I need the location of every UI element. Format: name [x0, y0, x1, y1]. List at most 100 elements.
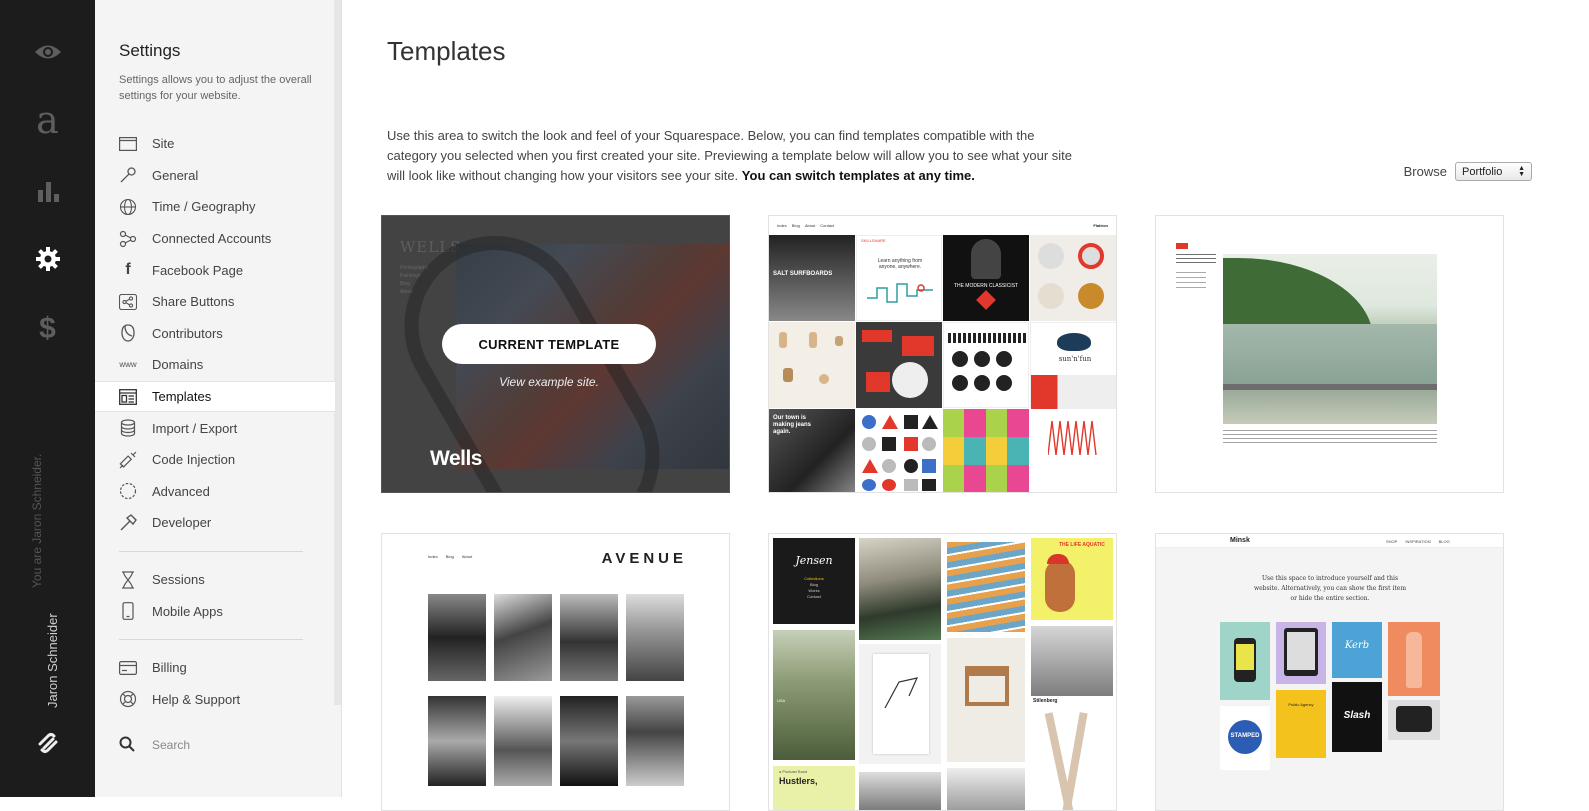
settings-item-label: Contributors: [152, 325, 223, 341]
avenue-logo: AVENUE: [601, 550, 687, 567]
avenue-photo: [494, 594, 552, 681]
search-input[interactable]: Search: [152, 738, 190, 752]
avenue-photo: [494, 696, 552, 786]
jensen-furniture: [947, 638, 1025, 762]
side-nav-lines: [1176, 254, 1216, 266]
settings-item-site[interactable]: Site: [95, 128, 335, 160]
view-example-link[interactable]: View example site.: [442, 375, 656, 389]
settings-item-mobile-apps[interactable]: Mobile Apps: [95, 595, 335, 627]
jensen-nav: Collections Blog Works Contact: [773, 576, 855, 600]
settings-item-connected-accounts[interactable]: Connected Accounts: [95, 223, 335, 255]
settings-item-help-support[interactable]: Help & Support: [95, 684, 335, 716]
minsk-nav: SHOP INSPIRATION BLOG: [1386, 539, 1450, 544]
minsk-tile-text: STAMPED: [1230, 733, 1260, 739]
template-card-landscape[interactable]: [1155, 215, 1504, 493]
connected-accounts-icon: [119, 230, 137, 248]
settings-item-code-injection[interactable]: Code Injection: [95, 444, 335, 476]
app-rail: a $ You are Jaron Schneider. Jaron Schne…: [0, 0, 95, 797]
flatiron-tile-text: sun'n'fun: [1058, 355, 1092, 363]
globe-icon: [119, 198, 137, 216]
settings-item-facebook-page[interactable]: f Facebook Page: [95, 254, 335, 286]
browse-value: Portfolio: [1462, 165, 1503, 178]
settings-item-sessions[interactable]: Sessions: [95, 564, 335, 596]
settings-nav: Site General Time / Geography Connected …: [95, 128, 335, 715]
search-icon: [119, 736, 137, 754]
template-card-flatiron[interactable]: Index Blog About Contact Flatiron SALT S…: [768, 215, 1117, 493]
settings-item-general[interactable]: General: [95, 160, 335, 192]
flatiron-tile-text: SKILLSHARE: [861, 238, 886, 243]
minsk-nav-item: INSPIRATION: [1405, 539, 1431, 544]
flatiron-brand: Flatiron: [1093, 223, 1108, 228]
settings-item-time-geography[interactable]: Time / Geography: [95, 191, 335, 223]
templates-icon: [119, 388, 137, 406]
flatiron-tile: [856, 322, 942, 408]
settings-item-billing[interactable]: Billing: [95, 652, 335, 684]
minsk-product: Public Agency: [1276, 690, 1326, 758]
settings-gear-icon[interactable]: [0, 244, 95, 274]
settings-item-developer[interactable]: Developer: [95, 507, 335, 539]
flatiron-tile: SALT SURFBOARDS: [769, 235, 855, 321]
flatiron-tile: [1030, 409, 1116, 492]
minsk-product: [1220, 622, 1270, 700]
flatiron-nav-item: About: [804, 223, 816, 228]
avenue-nav: Index Blog About: [428, 554, 472, 559]
panel-scrollbar[interactable]: [334, 0, 341, 705]
avenue-photo: [560, 696, 618, 786]
flatiron-tile-text: Learn anything from anyone, anywhere.: [877, 258, 923, 270]
settings-item-label: Time / Geography: [152, 199, 256, 215]
current-template-button[interactable]: CURRENT TEMPLATE: [442, 324, 656, 364]
minsk-nav-item: BLOG: [1438, 539, 1450, 544]
page-title: Templates: [387, 36, 506, 66]
nav-divider: [119, 550, 303, 552]
select-arrows-icon: ▲ ▼: [1518, 164, 1525, 178]
jensen-podcast: a Podcast Band Hustlers,: [773, 766, 855, 810]
settings-description: Settings allows you to adjust the overal…: [119, 74, 312, 102]
settings-item-templates[interactable]: Templates: [95, 380, 335, 413]
template-card-avenue[interactable]: Index Blog About AVENUE: [381, 533, 730, 811]
settings-item-label: Help & Support: [152, 691, 241, 707]
site-icon: [119, 135, 137, 153]
intro-bold: You can switch templates at any time.: [741, 168, 975, 183]
template-card-wells[interactable]: WELLS Photographs Paintings Blog About C…: [381, 215, 730, 493]
contributors-icon: [119, 324, 137, 343]
jensen-header: Jensen Collections Blog Works Contact: [773, 538, 855, 624]
user-info: You are Jaron Schneider. Jaron Schneider: [28, 454, 68, 720]
avenue-photo: [626, 696, 684, 786]
settings-item-label: Share Buttons: [152, 294, 235, 310]
settings-item-contributors[interactable]: Contributors: [95, 318, 335, 350]
jensen-photo: [1031, 626, 1113, 696]
settings-item-label: Code Injection: [152, 452, 236, 468]
settings-item-import-export[interactable]: Import / Export: [95, 412, 335, 444]
avenue-nav-item: Index: [428, 554, 438, 559]
jensen-nav-item: Contact: [807, 594, 821, 599]
settings-item-share-buttons[interactable]: Share Buttons: [95, 286, 335, 318]
user-name[interactable]: Jaron Schneider: [45, 613, 60, 708]
settings-item-advanced[interactable]: Advanced: [95, 476, 335, 508]
avenue-photo: [428, 696, 486, 786]
flatiron-tile: [856, 409, 942, 492]
minsk-product: Slash: [1332, 682, 1382, 752]
settings-item-domains[interactable]: www Domains: [95, 349, 335, 381]
jensen-tile-text: THE LIFE AQUATIC: [1059, 542, 1105, 548]
commerce-dollar-icon[interactable]: $: [0, 312, 95, 346]
preview-eye-icon[interactable]: [0, 38, 95, 66]
lifebuoy-icon: [119, 690, 137, 708]
settings-search[interactable]: Search: [119, 736, 190, 754]
template-card-minsk[interactable]: Minsk SHOP INSPIRATION BLOG Use this spa…: [1155, 533, 1504, 811]
flatiron-tile-text: THE MODERN CLASSICIST: [953, 283, 1019, 289]
settings-item-label: Developer: [152, 515, 212, 531]
side-nav-lines: [1176, 272, 1206, 292]
jensen-logo: Jensen: [795, 554, 833, 567]
browse-select[interactable]: Portfolio ▲ ▼: [1455, 162, 1532, 181]
caption-lines: [1223, 430, 1437, 444]
www-icon: www: [119, 360, 137, 370]
analytics-bars-icon[interactable]: [0, 176, 95, 206]
minsk-tile-text: Kerb: [1344, 640, 1370, 651]
settings-title: Settings: [119, 41, 181, 60]
content-a-icon[interactable]: a: [0, 98, 95, 142]
jensen-photo: [859, 772, 941, 810]
squarespace-logo-icon[interactable]: [0, 730, 95, 756]
template-card-jensen[interactable]: Jensen Collections Blog Works Contact TH…: [768, 533, 1117, 811]
avenue-photo: [560, 594, 618, 681]
avenue-photo: [626, 594, 684, 681]
